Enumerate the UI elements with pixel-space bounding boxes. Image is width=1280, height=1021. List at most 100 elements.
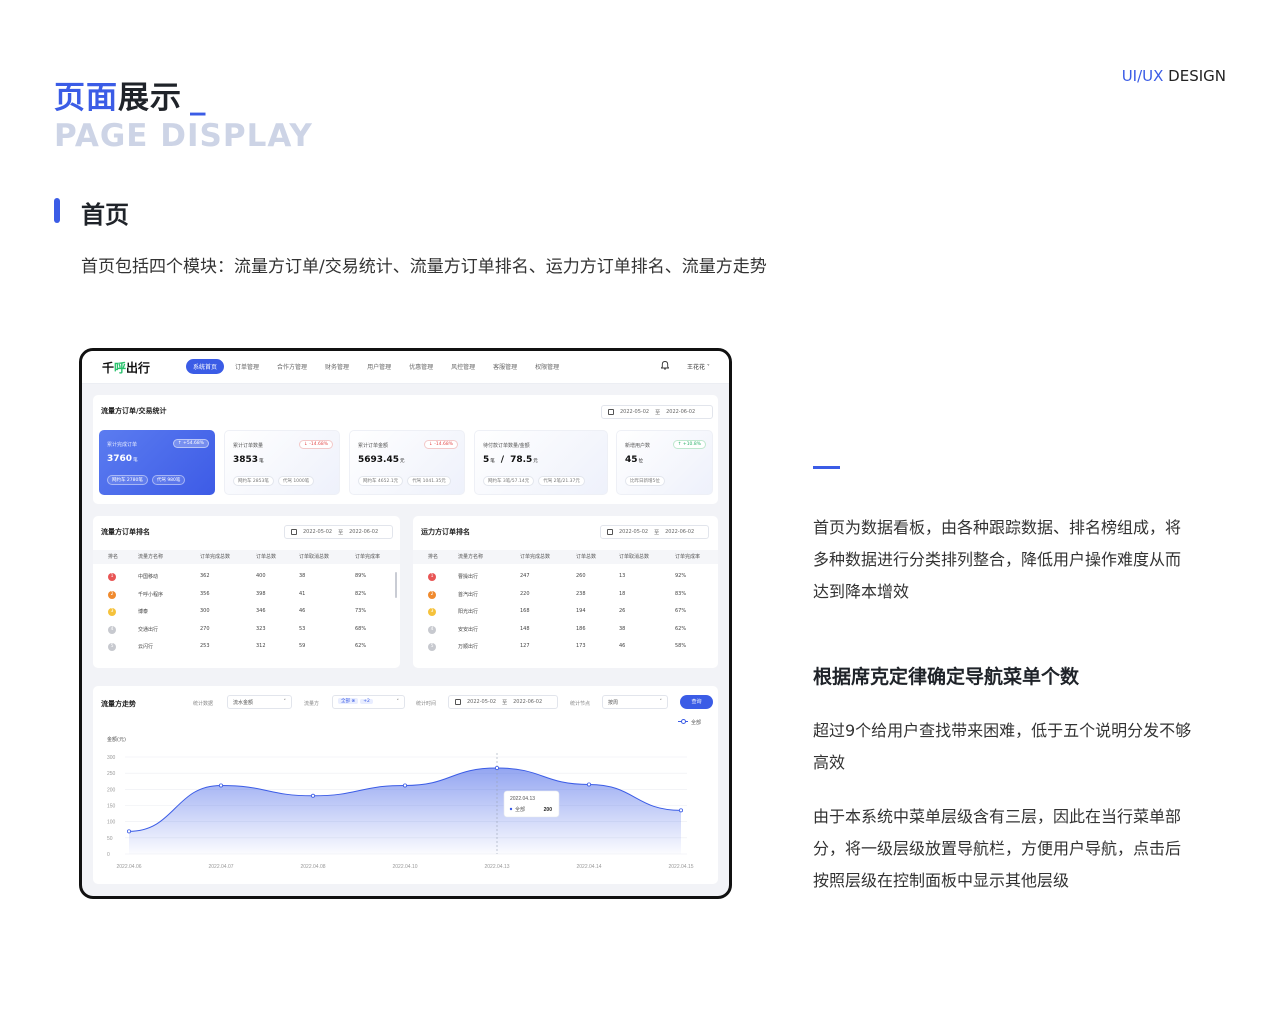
traffic-rank-card: 流量方订单排名 2022-05-02 至 2022-06-02 排名 流量方名称… — [93, 516, 400, 668]
rank-badge: 4 — [108, 625, 116, 634]
x-tick-label: 2022.04.07 — [208, 864, 233, 870]
table-cell: 安安出行 — [458, 626, 479, 633]
nav-item-finance[interactable]: 财务管理 — [318, 359, 356, 374]
stat-value: 3760笔 — [107, 454, 138, 464]
trend-badge: ↑ +54.68% — [172, 439, 209, 448]
table-cell: 300 — [200, 608, 210, 614]
data-point — [219, 783, 224, 788]
trend-card: 流量方走势 统计数据 流水金额 ˅ 流量方 全部 ⊗ +2 ˅ 统计时间 2022-0… — [93, 686, 718, 884]
x-tick-label: 2022.04.15 — [668, 864, 693, 870]
stat-card-pending[interactable]: 待付款订单数量/金额 5笔/78.5元 网约车 3笔/57.14元 代驾 2笔/… — [474, 430, 608, 495]
capacity-rank-date-range[interactable]: 2022-05-02 至 2022-06-02 — [600, 525, 709, 539]
table-row[interactable]: 4 安安出行 148 186 38 62% — [413, 623, 718, 640]
stat-value: 5693.45元 — [358, 455, 405, 465]
table-cell: 46 — [619, 643, 626, 649]
table-cell: 58% — [675, 643, 687, 649]
table-cell: 59 — [299, 643, 306, 649]
table-cell: 398 — [256, 590, 266, 597]
nav-item-support[interactable]: 客服管理 — [486, 359, 524, 374]
data-point — [402, 783, 407, 788]
data-point — [127, 829, 132, 834]
table-row[interactable]: 5 云闪行 253 312 59 62% — [93, 640, 400, 657]
scrollbar[interactable] — [395, 572, 397, 598]
data-point — [310, 793, 315, 798]
table-row[interactable]: 1 中国移动 362 400 38 89% — [93, 570, 400, 587]
table-cell: 400 — [256, 573, 266, 579]
app-logo[interactable]: 千呼出行 — [102, 359, 150, 376]
side-heading: 根据席克定律确定导航菜单个数 — [813, 666, 1080, 688]
tooltip-value: 200 — [544, 807, 553, 813]
table-cell: 194 — [576, 608, 586, 614]
x-tick-label: 2022.04.08 — [300, 864, 325, 870]
x-tick-label: 2022.04.06 — [116, 864, 141, 870]
y-tick-label: 300 — [107, 755, 116, 761]
user-menu[interactable]: 王花花 ˅ — [687, 362, 710, 371]
table-row[interactable]: 4 交通出行 270 323 53 68% — [93, 623, 400, 640]
table-cell: 阳光出行 — [458, 609, 479, 615]
table-row[interactable]: 2 首汽出行 220 238 18 83% — [413, 588, 718, 605]
table-row[interactable]: 3 阳光出行 168 194 26 67% — [413, 605, 718, 622]
table-cell: 173 — [576, 643, 586, 649]
nav-item-orders[interactable]: 订单管理 — [228, 359, 266, 374]
y-tick-label: 0 — [107, 852, 110, 858]
tooltip-marker — [509, 807, 513, 811]
data-point — [586, 782, 591, 787]
table-cell: 62% — [675, 625, 687, 632]
table-row[interactable]: 1 曹操出行 247 260 13 92% — [413, 570, 718, 587]
stat-sub: 代驾 2笔/21.37元 — [538, 476, 585, 486]
x-tick-label: 2022.04.13 — [484, 864, 509, 870]
traffic-rank-date-range[interactable]: 2022-05-02 至 2022-06-02 — [284, 525, 393, 539]
table-header: 排名 流量方名称 订单完成总数 订单总数 订单取消总数 订单完成率 — [413, 550, 718, 564]
stats-date-range[interactable]: 2022-05-02 至 2022-06-02 — [601, 405, 713, 419]
data-point — [494, 765, 499, 770]
table-cell: 18 — [619, 590, 626, 597]
data-point — [679, 808, 684, 813]
tooltip-date: 2022.04.13 — [510, 796, 535, 802]
nav-item-promotions[interactable]: 优惠管理 — [402, 359, 440, 374]
table-cell: 362 — [200, 573, 210, 579]
trend-chart[interactable]: 0 50 100 150 200 250 300 2022.04.06 2022.04.07 20… — [93, 686, 718, 884]
stat-sub: 网约车 3笔/57.14元 — [483, 476, 535, 486]
table-cell: 41 — [299, 590, 306, 597]
nav-item-permissions[interactable]: 权限管理 — [528, 359, 566, 374]
nav-item-partners[interactable]: 合作方管理 — [270, 359, 314, 374]
rank-badge: 1 — [108, 573, 116, 581]
stat-sub: 代驾 1041.35元 — [407, 476, 451, 486]
table-cell: 62% — [355, 643, 367, 649]
table-cell: 270 — [200, 625, 210, 632]
nav-item-risk[interactable]: 风控管理 — [444, 359, 482, 374]
bell-icon[interactable] — [660, 361, 670, 372]
nav-item-home[interactable]: 系统首页 — [186, 359, 225, 374]
y-tick-label: 150 — [107, 804, 116, 810]
calendar-icon — [608, 409, 614, 415]
stat-card-new-users[interactable]: 新增用户数 ↑ +10.8% 45位 比昨日新增5位 — [616, 430, 713, 495]
table-cell: 26 — [619, 608, 626, 614]
table-cell: 238 — [576, 590, 586, 597]
table-cell: 148 — [520, 625, 530, 632]
table-row[interactable]: 3 博泰 300 346 46 73% — [93, 605, 400, 622]
table-cell: 38 — [299, 573, 306, 579]
stat-card-completed[interactable]: 累计完成订单 ↑ +54.68% 3760笔 网约车 2780笔 代驾 980笔 — [99, 430, 215, 495]
stats-card: 流量方订单/交易统计 2022-05-02 至 2022-06-02 累计完成订… — [93, 395, 718, 504]
brand-tag: UI/UX DESIGN — [1121, 67, 1226, 85]
stat-card-amount[interactable]: 累计订单金额 ↓ -14.68% 5693.45元 网约车 4652.1元 代驾… — [349, 430, 465, 495]
traffic-rank-title: 流量方订单排名 — [101, 528, 150, 536]
nav-item-users[interactable]: 用户管理 — [360, 359, 398, 374]
table-cell: 323 — [256, 625, 266, 632]
table-cell: 53 — [299, 625, 306, 632]
page-title: 页面展示 _ — [54, 80, 207, 116]
table-row[interactable]: 5 万顺出行 127 173 46 58% — [413, 640, 718, 657]
stat-value: 45位 — [625, 455, 644, 465]
stat-card-orders[interactable]: 累计订单数量 ↓ -14.68% 3853笔 网约车 2853笔 代驾 1000… — [224, 430, 340, 495]
stats-title: 流量方订单/交易统计 — [101, 407, 167, 415]
table-row[interactable]: 2 千呼小程序 356 398 41 82% — [93, 588, 400, 605]
table-cell: 千呼小程序 — [138, 591, 164, 598]
stat-value: 3853笔 — [233, 455, 264, 465]
rank-badge: 2 — [428, 590, 436, 599]
dashboard-mockup: 千呼出行 系统首页 订单管理 合作方管理 财务管理 用户管理 优惠管理 风控管理… — [79, 348, 732, 899]
table-cell: 127 — [520, 643, 530, 649]
app-navbar: 千呼出行 系统首页 订单管理 合作方管理 财务管理 用户管理 优惠管理 风控管理… — [82, 351, 729, 384]
table-cell: 356 — [200, 590, 210, 597]
table-cell: 73% — [355, 608, 367, 614]
table-cell: 346 — [256, 608, 266, 614]
